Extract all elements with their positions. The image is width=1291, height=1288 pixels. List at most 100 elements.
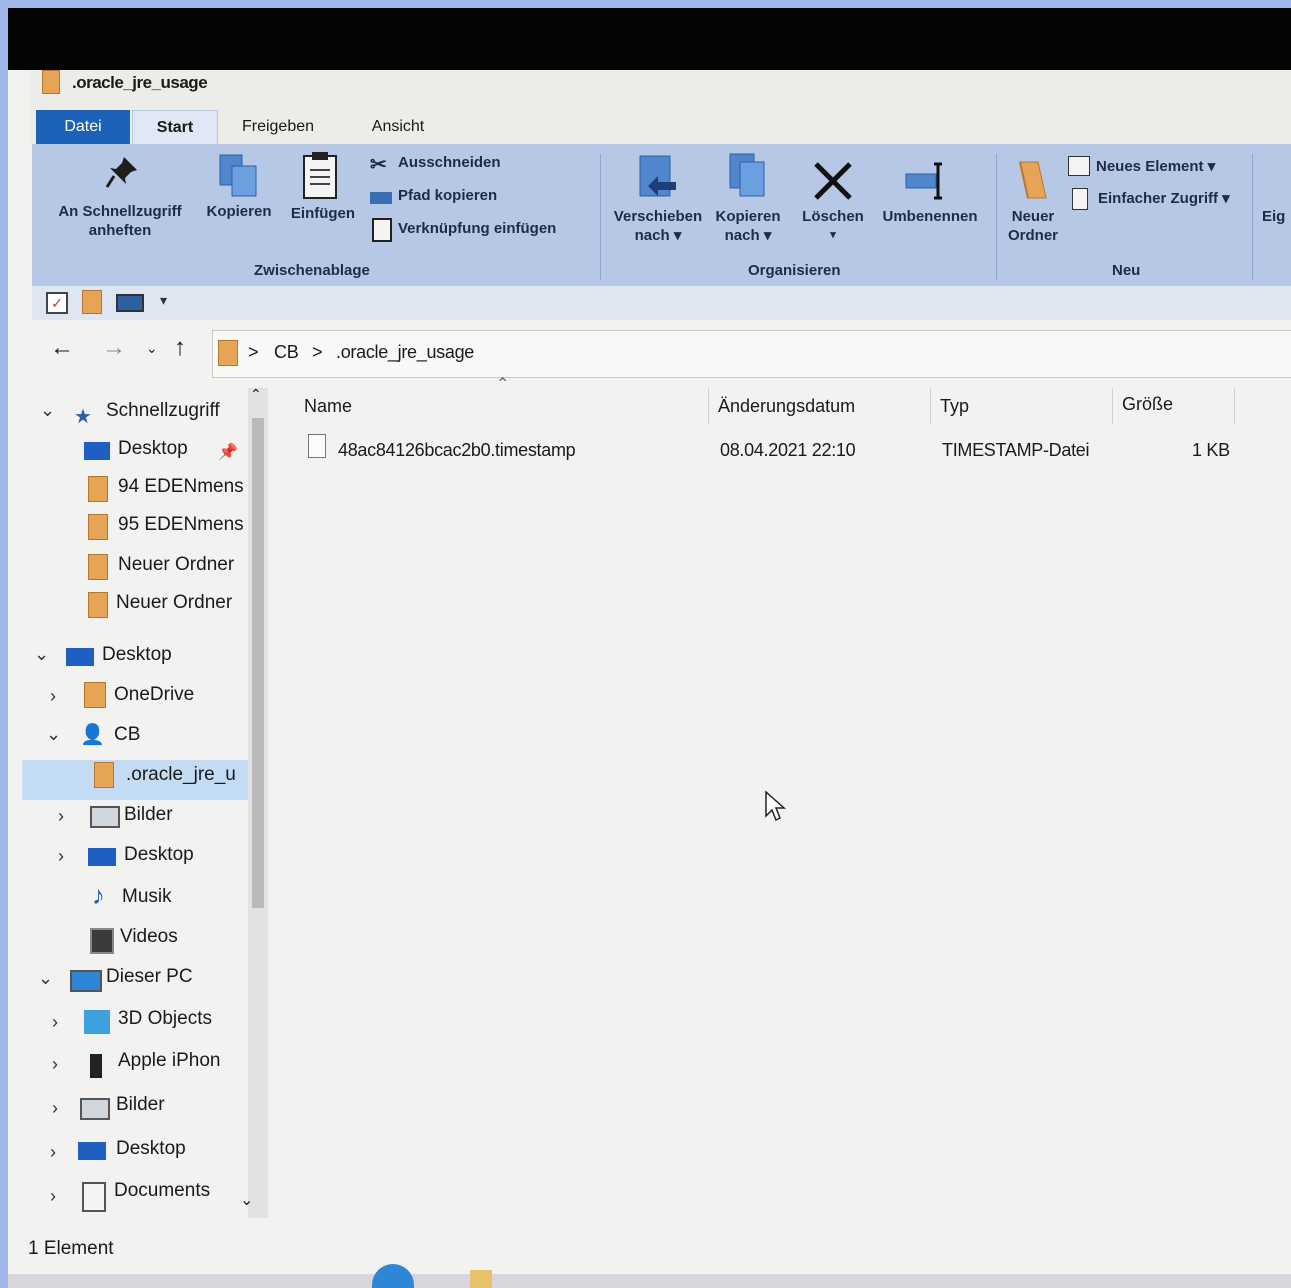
paste-shortcut-label: Verknüpfung einfügen [398,220,557,237]
nav-item-bilder-pc[interactable]: Bilder [116,1094,165,1116]
chevron-right-icon[interactable]: › [50,1186,56,1207]
chevron-down-icon[interactable]: ⌄ [34,644,49,665]
tab-ansicht[interactable]: Ansicht [358,110,438,144]
chevron-right-icon[interactable]: › [50,686,56,707]
chevron-right-icon[interactable]: › [50,1142,56,1163]
address-folder-icon [218,340,238,366]
column-header-date[interactable]: Änderungsdatum [718,396,855,417]
folder-icon [88,554,108,580]
nav-item-dieser-pc[interactable]: Dieser PC [106,966,193,988]
nav-item-94-edenmens[interactable]: 94 EDENmens [118,476,244,498]
nav-item-neuer-ordner[interactable]: Neuer Ordner [116,592,246,614]
edge-icon[interactable] [372,1264,414,1288]
chevron-down-icon[interactable]: ⌄ [46,724,61,745]
nav-item-95-edenmens[interactable]: 95 EDENmens [118,514,244,536]
user-icon: 👤 [80,724,105,746]
quick-access-toolbar [32,286,1291,320]
breadcrumb-cb[interactable]: CB [274,342,299,363]
nav-item-oracle-jre-usage[interactable]: .oracle_jre_u [126,764,242,786]
desktop-icon [78,1142,106,1160]
column-divider[interactable] [708,388,709,424]
delete-dropdown-arrow[interactable]: ▾ [798,226,868,245]
videos-icon [90,928,114,954]
properties-button-partial[interactable]: Eig [1262,207,1291,226]
tab-freigeben[interactable]: Freigeben [228,110,328,144]
move-to-icon [639,155,676,197]
chevron-right-icon[interactable]: › [52,1098,58,1119]
nav-item-neuer-ordner[interactable]: Neuer Ordner [118,554,248,576]
nav-scrollbar-thumb[interactable] [252,418,264,908]
chevron-right-icon[interactable]: › [52,1012,58,1033]
breadcrumb-oracle-jre-usage[interactable]: .oracle_jre_usage [336,342,474,363]
nav-item-cb[interactable]: CB [114,724,140,746]
nav-item-desktop-pc[interactable]: Desktop [116,1138,186,1160]
tab-datei[interactable]: Datei [36,110,130,144]
ribbon-tabs [30,108,1291,144]
shortcut-icon [372,218,392,242]
scissors-icon: ✂ [370,154,387,176]
pinned-icon: 📌 [218,444,238,461]
folder-icon [88,476,108,502]
nav-item-onedrive[interactable]: OneDrive [114,684,194,706]
file-icon [308,434,326,458]
back-arrow-icon[interactable]: ← [50,334,74,362]
folder-icon [42,70,60,94]
file-size: 1 KB [1192,440,1230,460]
easy-access-icon [1072,188,1088,210]
recent-dropdown-icon[interactable]: ⌄ [146,340,158,357]
forward-arrow-icon[interactable]: → [102,334,126,362]
nav-item-apple-iphone[interactable]: Apple iPhon [118,1050,242,1072]
rename-label: Umbenennen [882,208,978,225]
scroll-up-icon[interactable]: ⌃ [250,386,262,403]
folder-icon [88,514,108,540]
column-divider[interactable] [1112,388,1113,424]
pin-label: An Schnellzugriff [58,203,182,220]
folder-icon [88,592,108,618]
nav-item-musik[interactable]: Musik [122,886,172,908]
new-item-label: Neues Element ▾ [1096,158,1216,175]
clipboard-icon [303,152,337,199]
column-header-type[interactable]: Typ [940,396,969,417]
nav-item-bilder[interactable]: Bilder [124,804,173,826]
column-divider[interactable] [1234,388,1235,424]
view-pane-icon[interactable] [116,294,144,312]
new-folder-label: Neuer [1011,208,1055,225]
scroll-down-icon[interactable]: ⌄ [240,1190,253,1210]
address-separator: > [312,342,323,362]
file-explorer-icon[interactable] [470,1270,492,1288]
copy-label: Kopieren [206,203,272,220]
pictures-icon [80,1098,110,1120]
star-icon: ★ [74,406,92,428]
chevron-right-icon[interactable]: › [58,806,64,827]
chevron-right-icon[interactable]: › [58,846,64,867]
desktop-icon [88,848,116,866]
nav-item-desktop-root[interactable]: Desktop [102,644,172,666]
new-folder-qat-icon[interactable] [82,290,102,314]
nav-item-3d-objects[interactable]: 3D Objects [118,1008,212,1030]
delete-label: Löschen [802,208,864,225]
pictures-icon [90,806,120,828]
column-header-name[interactable]: Name [304,396,352,417]
up-arrow-icon[interactable]: ↑ [174,334,186,362]
move-to-label-2: nach ▾ [634,227,682,244]
customize-qat-icon[interactable]: ▾ [160,292,167,309]
folder-icon [94,762,114,788]
nav-item-desktop-user[interactable]: Desktop [124,844,194,866]
column-divider[interactable] [930,388,931,424]
nav-item-schnellzugriff[interactable]: Schnellzugriff [106,400,220,422]
nav-item-videos[interactable]: Videos [120,926,178,948]
nav-item-desktop[interactable]: Desktop [118,438,188,460]
title-bar [30,70,1291,108]
file-type: TIMESTAMP-Datei [942,440,1090,460]
paste-label: Einfügen [290,205,356,222]
chevron-right-icon[interactable]: › [52,1054,58,1075]
mouse-cursor-icon [765,790,786,822]
nav-item-documents[interactable]: Documents [114,1180,210,1202]
address-separator: > [248,342,259,362]
chevron-down-icon[interactable]: ⌄ [38,968,53,989]
column-header-size[interactable]: Größe [1122,394,1173,415]
chevron-down-icon[interactable]: ⌄ [40,400,55,421]
tab-start[interactable]: Start [132,110,218,145]
3d-objects-icon [84,1010,110,1034]
properties-check-icon[interactable]: ✓ [46,292,68,314]
